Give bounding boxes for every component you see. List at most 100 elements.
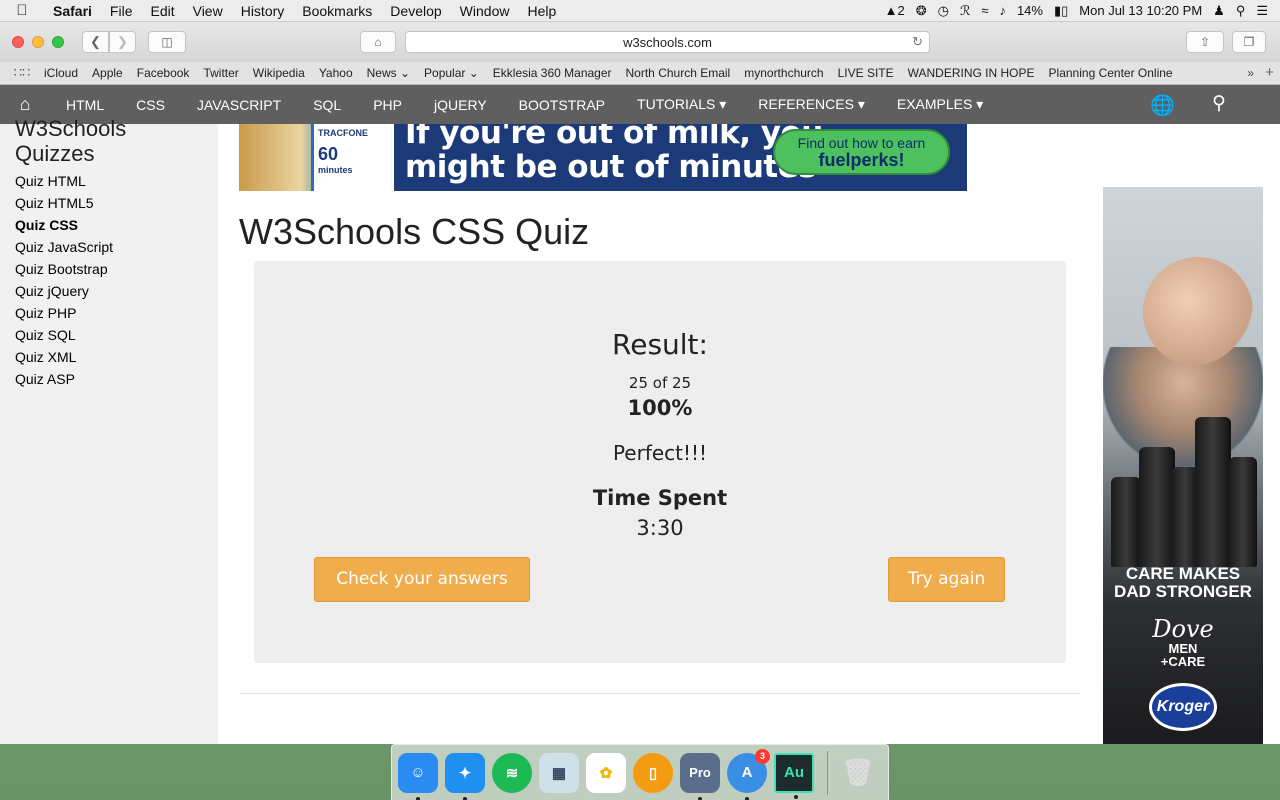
new-tab-plus-icon[interactable]: + [1265,64,1274,81]
dock-photos-icon[interactable]: ✿ [586,752,626,793]
quiz-result-panel: Result: 25 of 25 100% Perfect!!! Time Sp… [254,261,1066,663]
nav-html[interactable]: HTML [50,97,120,113]
menu-file[interactable]: File [101,3,142,19]
menu-develop[interactable]: Develop [381,3,450,19]
bookmark-twitter[interactable]: Twitter [203,66,246,80]
tracfone-minutes: 60 [318,144,339,164]
result-label: Result: [612,328,708,361]
back-button[interactable]: ❮ [82,31,109,53]
minimize-window-button[interactable] [32,36,44,48]
nav-php[interactable]: PHP [357,97,418,113]
battery-percent[interactable]: 14% [1017,3,1043,18]
status-utility-icon[interactable]: ❂ [916,3,927,19]
score-percent: 100% [627,396,693,420]
bookmark-facebook[interactable]: Facebook [137,66,198,80]
wifi-icon[interactable]: ≈ [981,3,988,18]
bookmark-apple[interactable]: Apple [92,66,131,80]
show-tabs-button[interactable]: ❐ [1232,31,1266,53]
w3-home-icon[interactable]: ⌂ [0,94,50,115]
menu-history[interactable]: History [232,3,294,19]
menu-help[interactable]: Help [518,3,565,19]
banner-headline-line2: might be out of minutes [405,149,817,185]
sidebar-item-quiz-bootstrap[interactable]: Quiz Bootstrap [15,258,113,280]
search-icon[interactable]: ⚲ [1212,92,1226,115]
sidebar-item-quiz-php[interactable]: Quiz PHP [15,302,113,324]
bookmark-mynorthchurch[interactable]: mynorthchurch [744,66,831,80]
dock-finder-icon[interactable]: ☺ [398,752,438,800]
quiz-sidebar: W3Schools Quizzes Quiz HTML Quiz HTML5 Q… [0,116,218,744]
sidebar-item-quiz-jquery[interactable]: Quiz jQuery [15,280,113,302]
bookmark-folder-news[interactable]: News ⌄ [367,66,418,80]
battery-icon[interactable]: ▮▯ [1054,3,1068,19]
dock-trash-icon[interactable]: 🗑 [838,753,878,793]
apple-menu-icon[interactable]:  [0,2,44,19]
dock-safari-icon[interactable]: ✦ [445,752,485,800]
fullscreen-window-button[interactable] [52,36,64,48]
forward-button[interactable]: ❯ [109,31,136,53]
sidebar-item-quiz-html[interactable]: Quiz HTML [15,170,113,192]
app-store-badge: 3 [755,748,770,764]
tracfone-banner-ad[interactable]: TRACFONE 60 minutes If you're out of mil… [239,124,967,191]
check-answers-button[interactable]: Check your answers [314,557,530,602]
bookmark-icloud[interactable]: iCloud [44,66,86,80]
adobe-count: 2 [897,3,905,18]
dock-spotify-icon[interactable]: ≋ [492,752,532,793]
sidebar-heading: W3Schools Quizzes [0,116,126,166]
sidebar-item-quiz-xml[interactable]: Quiz XML [15,346,113,368]
user-icon[interactable]: ♟ [1213,3,1225,19]
sidebar-toggle-button[interactable]: ◫ [148,31,186,53]
home-button[interactable]: ⌂ [360,31,396,53]
nav-bootstrap[interactable]: BOOTSTRAP [503,97,621,113]
banner-cta-button[interactable]: Find out how to earn fuelperks! [773,129,950,175]
dock-preview-icon[interactable]: ▦ [539,752,579,793]
nav-examples[interactable]: EXAMPLES ▾ [881,96,999,113]
menu-edit[interactable]: Edit [141,3,183,19]
nav-jquery[interactable]: jQUERY [418,97,503,113]
volume-icon[interactable]: ♪ [999,3,1006,18]
sidebar-item-quiz-sql[interactable]: Quiz SQL [15,324,113,346]
reload-icon[interactable]: ↻ [912,34,923,50]
history-nav: ❮ ❯ [82,31,136,53]
bookmark-planning-center[interactable]: Planning Center Online [1049,66,1181,80]
nav-tutorials[interactable]: TUTORIALS ▾ [621,96,742,113]
close-window-button[interactable] [12,36,24,48]
bookmark-ekklesia[interactable]: Ekklesia 360 Manager [493,66,620,80]
try-again-button[interactable]: Try again [888,557,1005,602]
menu-window[interactable]: Window [451,3,519,19]
bookmark-wikipedia[interactable]: Wikipedia [253,66,313,80]
dock-ibooks-icon[interactable]: ▯ [633,752,673,793]
dock-app-store-icon[interactable]: A3 [727,748,770,800]
nav-references[interactable]: REFERENCES ▾ [742,96,881,113]
spotlight-search-icon[interactable]: ⚲ [1236,3,1246,19]
more-bookmarks-icon[interactable]: » [1247,66,1254,80]
address-bar[interactable]: w3schools.com ↻ [405,31,930,53]
adobe-creative-cloud-icon[interactable]: ▲2 [885,3,905,18]
dock-propresenter-icon[interactable]: Pro [680,752,720,800]
menu-app-name[interactable]: Safari [44,3,101,19]
sidebar-item-quiz-css[interactable]: Quiz CSS [15,214,113,236]
menubar-clock[interactable]: Mon Jul 13 10:20 PM [1079,3,1202,18]
top-sites-grid-icon[interactable]: ∷∷ [0,65,44,81]
nav-javascript[interactable]: JAVASCRIPT [181,97,297,113]
dock-audition-icon[interactable]: Au [774,752,814,799]
share-button[interactable]: ⇧ [1186,31,1224,53]
notification-center-icon[interactable]: ☰ [1256,3,1268,19]
sidebar-item-quiz-javascript[interactable]: Quiz JavaScript [15,236,113,258]
menu-bookmarks[interactable]: Bookmarks [293,3,381,19]
sidebar-item-quiz-html5[interactable]: Quiz HTML5 [15,192,113,214]
bluetooth-icon[interactable]: ℛ [960,3,970,19]
time-machine-icon[interactable]: ◷ [938,3,949,19]
sidebar-item-quiz-asp[interactable]: Quiz ASP [15,368,113,390]
banner-cta-line1: Find out how to earn [797,135,926,151]
bookmark-live-site[interactable]: LIVE SITE [838,66,902,80]
nav-sql[interactable]: SQL [297,97,357,113]
bookmark-yahoo[interactable]: Yahoo [319,66,361,80]
photos-glyph: ✿ [599,764,613,782]
nav-css[interactable]: CSS [120,97,181,113]
bookmark-folder-popular[interactable]: Popular ⌄ [424,66,487,80]
menu-view[interactable]: View [184,3,232,19]
bookmark-north-church-email[interactable]: North Church Email [626,66,739,80]
dove-side-ad[interactable]: CARE MAKES DAD STRONGER Dove MEN +CARE K… [1103,187,1263,744]
globe-icon[interactable]: 🌐 [1150,93,1175,118]
bookmark-wandering-in-hope[interactable]: WANDERING IN HOPE [908,66,1043,80]
